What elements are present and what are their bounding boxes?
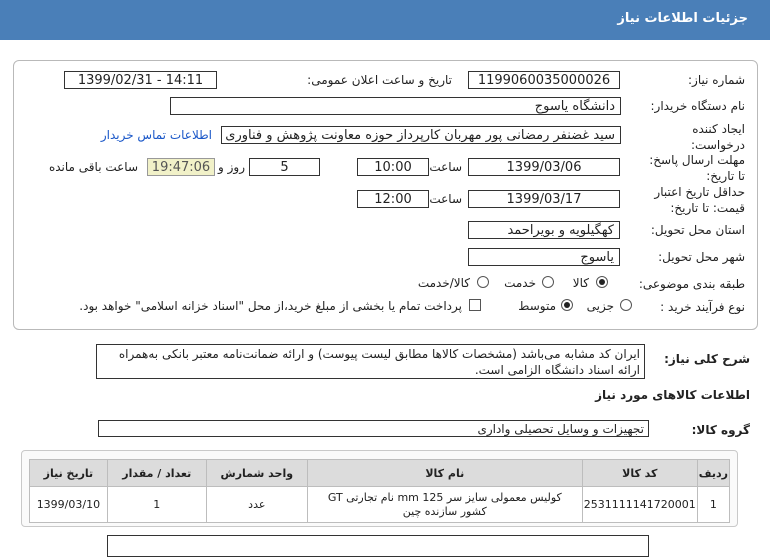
remaining-label: ساعت باقی مانده	[48, 160, 138, 174]
col-header-quantity: تعداد / مقدار	[106, 459, 207, 487]
price-date-field: 1399/03/17	[468, 190, 620, 208]
category-radio-service[interactable]	[542, 276, 554, 288]
cell-unit: عدد	[205, 486, 308, 523]
col-header-item-code: کد کالا	[581, 459, 698, 487]
remaining-time-field: 19:47:06	[147, 158, 215, 176]
page-title: جزئیات اطلاعات نیاز	[617, 11, 748, 26]
creator-field: سید غضنفر رمضانی پور مهربان کارپرداز حوز…	[221, 126, 621, 144]
process-label: نوع فرآیند خرید :	[660, 300, 745, 314]
process-radio-medium[interactable]	[561, 299, 573, 311]
buyer-org-field: دانشگاه یاسوج	[170, 97, 621, 115]
announce-label: تاریخ و ساعت اعلان عمومی:	[307, 73, 452, 87]
goods-table: ردیف کد کالا نام کالا واحد شمارش تعداد /…	[29, 459, 731, 523]
process-option-small: جزیی	[586, 299, 614, 313]
cell-item-name: کولیس معمولی سایز سر 125 mm نام تجارتی G…	[306, 486, 583, 523]
category-label: طبقه بندی موضوعی:	[638, 277, 745, 291]
price-time-field: 12:00	[357, 190, 429, 208]
additional-notes-field	[107, 535, 649, 557]
days-remaining-field: 5	[249, 158, 320, 176]
category-radio-goods[interactable]	[596, 276, 608, 288]
col-header-item-name: نام کالا	[306, 459, 583, 487]
creator-label: ایجاد کننده درخواست:	[691, 122, 745, 152]
province-label: استان محل تحویل:	[650, 223, 745, 237]
description-label: شرح کلی نیاز:	[664, 352, 750, 366]
province-field: کهگیلویه و بویراحمد	[468, 221, 620, 239]
cell-item-code: 2531111141720001	[581, 486, 698, 523]
col-header-row-number: ردیف	[696, 459, 731, 487]
cell-quantity: 1	[106, 486, 207, 523]
category-option-goods: کالا	[572, 276, 589, 290]
buyer-org-label: نام دستگاه خریدار:	[650, 99, 746, 113]
treasury-payment-checkbox[interactable]	[469, 299, 481, 311]
description-field: ایران کد مشابه می‌باشد (مشخصات کالاها مط…	[96, 344, 645, 379]
reply-time-label: ساعت	[429, 160, 462, 174]
process-radio-small[interactable]	[620, 299, 632, 311]
buyer-contact-link[interactable]: اطلاعات تماس خریدار	[101, 128, 212, 142]
title-bar: جزئیات اطلاعات نیاز	[0, 0, 770, 40]
price-validity-label: حداقل تاریخ اعتبار قیمت: تا تاریخ:	[654, 185, 745, 215]
need-number-field: 1199060035000026	[468, 71, 620, 89]
goods-section-title: اطلاعات کالاهای مورد نیاز	[595, 388, 750, 402]
category-option-service: خدمت	[504, 276, 536, 290]
process-option-medium: متوسط	[518, 299, 556, 313]
days-label: روز و	[218, 160, 245, 174]
goods-group-label: گروه کالا:	[691, 423, 750, 437]
reply-date-field: 1399/03/06	[468, 158, 620, 176]
reply-time-field: 10:00	[357, 158, 429, 176]
city-field: یاسوج	[468, 248, 620, 266]
reply-deadline-label: مهلت ارسال پاسخ: تا تاریخ:	[649, 153, 745, 183]
cell-need-date: 1399/03/10	[29, 486, 108, 523]
category-radio-goods-service[interactable]	[477, 276, 489, 288]
table-row: 1 2531111141720001 کولیس معمولی سایز سر …	[29, 486, 731, 523]
announce-datetime-field: 1399/02/31 - 14:11	[64, 71, 217, 89]
col-header-need-date: تاریخ نیاز	[29, 459, 108, 487]
city-label: شهر محل تحویل:	[658, 250, 745, 264]
col-header-unit: واحد شمارش	[205, 459, 308, 487]
price-time-label: ساعت	[429, 192, 462, 206]
need-number-label: شماره نیاز:	[688, 73, 745, 87]
treasury-payment-note: پرداخت تمام یا بخشی از مبلغ خرید،از محل …	[79, 299, 462, 313]
category-option-goods-service: کالا/خدمت	[417, 276, 470, 290]
table-header-row: ردیف کد کالا نام کالا واحد شمارش تعداد /…	[29, 459, 731, 487]
goods-table-container: ردیف کد کالا نام کالا واحد شمارش تعداد /…	[21, 450, 738, 527]
cell-row-number: 1	[696, 486, 731, 523]
goods-group-field: تجهیزات و وسایل تحصیلی واداری	[98, 420, 649, 437]
